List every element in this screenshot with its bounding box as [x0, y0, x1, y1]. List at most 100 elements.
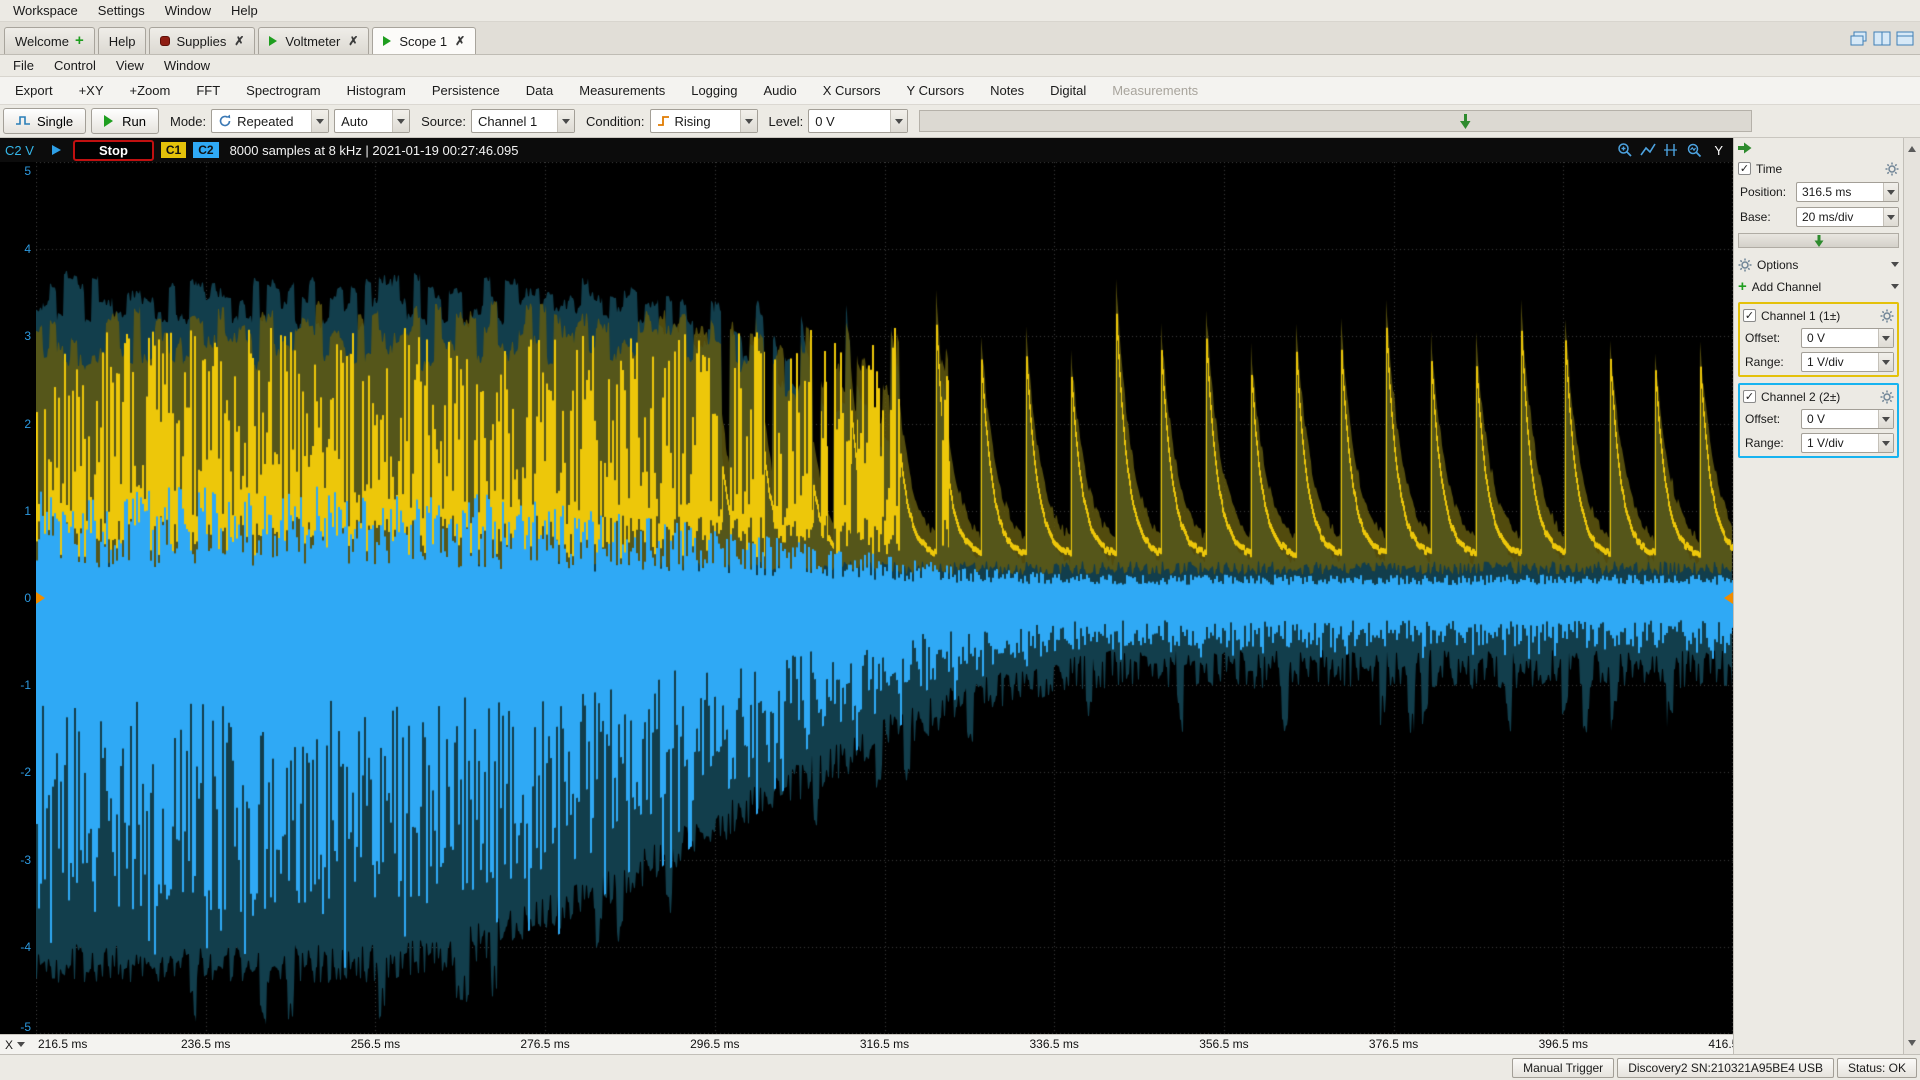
- toolbar-export[interactable]: Export: [2, 80, 66, 101]
- cursor-tracking-icon[interactable]: [1663, 142, 1679, 158]
- tab-voltmeter[interactable]: Voltmeter ✗: [258, 27, 370, 54]
- manual-trigger-button[interactable]: Manual Trigger: [1512, 1057, 1615, 1078]
- trigger-position-marker[interactable]: [1460, 114, 1471, 129]
- level-select[interactable]: 0 V: [808, 109, 909, 133]
- chevron-down-icon: [1878, 410, 1893, 428]
- close-icon[interactable]: ✗: [455, 34, 465, 48]
- time-base-select[interactable]: 20 ms/div: [1796, 207, 1899, 227]
- channel-1-range-select[interactable]: 1 V/div: [1801, 352, 1894, 372]
- apply-time-button[interactable]: [1738, 233, 1899, 248]
- tab-welcome[interactable]: Welcome +: [4, 27, 95, 54]
- menu-workspace[interactable]: Workspace: [4, 1, 87, 20]
- run-button[interactable]: Run: [91, 108, 159, 134]
- toolbar-measurements-disabled: Measurements: [1112, 83, 1199, 98]
- y-tick-label: 3: [24, 329, 31, 344]
- plot-options-icon[interactable]: [1686, 142, 1702, 158]
- tab-help[interactable]: Help: [97, 27, 147, 54]
- trigger-level-marker[interactable]: [36, 592, 45, 604]
- channel-2-badge[interactable]: C2: [193, 142, 219, 158]
- y-tick-label: -5: [20, 1020, 31, 1034]
- y-tick-label: -3: [20, 852, 31, 867]
- single-button[interactable]: Single: [3, 108, 87, 134]
- toolbar-add-zoom[interactable]: +Zoom: [117, 80, 184, 101]
- scope-plot-canvas[interactable]: [36, 162, 1733, 1034]
- menu-view[interactable]: View: [107, 56, 153, 75]
- channel-2-offset-select[interactable]: 0 V: [1801, 409, 1894, 429]
- panel-scrollbar[interactable]: [1903, 138, 1920, 1054]
- device-selector[interactable]: Discovery2 SN:210321A95BE4 USB: [1617, 1057, 1834, 1078]
- window-float-icon[interactable]: [1896, 31, 1914, 46]
- toolbar-measurements[interactable]: Measurements: [566, 80, 678, 101]
- y-axis-channel-label[interactable]: C2 V: [5, 143, 45, 158]
- gear-icon[interactable]: [1880, 390, 1894, 404]
- y-tick-label: 5: [24, 164, 31, 178]
- channel-2-title: Channel 2 (2±): [1761, 389, 1841, 404]
- x-tick-label: 316.5 ms: [859, 1037, 910, 1051]
- x-tick-label: 396.5 ms: [1538, 1037, 1588, 1051]
- gear-icon[interactable]: [1880, 309, 1894, 323]
- toolbar-audio[interactable]: Audio: [751, 80, 810, 101]
- condition-label: Condition:: [585, 113, 645, 129]
- toolbar-notes[interactable]: Notes: [977, 80, 1037, 101]
- channel-1-enable-checkbox[interactable]: [1743, 309, 1756, 322]
- channel-1-badge[interactable]: C1: [160, 142, 187, 158]
- time-position-select[interactable]: 316.5 ms: [1796, 182, 1899, 202]
- scroll-down-icon[interactable]: [1908, 1040, 1916, 1050]
- zoom-fit-icon[interactable]: [1640, 142, 1657, 158]
- tab-supplies[interactable]: Supplies ✗: [149, 27, 256, 54]
- channel-2-range-select[interactable]: 1 V/div: [1801, 433, 1894, 453]
- zoom-in-icon[interactable]: [1617, 142, 1633, 158]
- trigger-position-slider[interactable]: [919, 110, 1752, 132]
- add-channel-button[interactable]: + Add Channel: [1738, 277, 1899, 296]
- time-base-value: 20 ms/div: [1802, 210, 1854, 224]
- stop-button[interactable]: Stop: [73, 139, 154, 161]
- window-tile-icon[interactable]: [1873, 31, 1891, 46]
- x-axis-selector[interactable]: X: [0, 1035, 36, 1054]
- add-instrument-icon[interactable]: +: [75, 33, 84, 48]
- toolbar-data[interactable]: Data: [513, 80, 566, 101]
- window-cascade-icon[interactable]: [1850, 31, 1868, 46]
- y-axis-menu[interactable]: Y: [1714, 143, 1723, 158]
- menu-help[interactable]: Help: [222, 1, 267, 20]
- toolbar-spectrogram[interactable]: Spectrogram: [233, 80, 333, 101]
- trigger-auto-select[interactable]: Auto: [334, 109, 411, 133]
- mode-select[interactable]: Repeated: [211, 109, 330, 133]
- menu-window[interactable]: Window: [156, 1, 220, 20]
- options-menu[interactable]: Options: [1738, 255, 1899, 274]
- time-section-title: Time: [1756, 161, 1783, 176]
- time-position-label: Position:: [1740, 185, 1787, 199]
- condition-select[interactable]: Rising: [649, 109, 758, 133]
- tab-bar: Welcome + Help Supplies ✗ Voltmeter ✗ Sc…: [0, 22, 1920, 55]
- gear-icon[interactable]: [1885, 162, 1899, 176]
- channel-1-offset-select[interactable]: 0 V: [1801, 328, 1894, 348]
- toolbar-logging[interactable]: Logging: [678, 80, 750, 101]
- menu-window2[interactable]: Window: [155, 56, 219, 75]
- play-icon: [383, 36, 396, 46]
- toolbar-persistence[interactable]: Persistence: [419, 80, 513, 101]
- toolbar-digital[interactable]: Digital: [1037, 80, 1099, 101]
- menu-file[interactable]: File: [4, 56, 43, 75]
- chevron-down-icon: [1891, 284, 1899, 293]
- close-icon[interactable]: ✗: [348, 34, 358, 48]
- toolbar-fft[interactable]: FFT: [183, 80, 233, 101]
- level-label: Level:: [768, 113, 804, 129]
- waveform-plot[interactable]: [36, 162, 1733, 1034]
- menu-settings[interactable]: Settings: [89, 1, 154, 20]
- channel-offset-marker[interactable]: [1724, 592, 1733, 604]
- close-icon[interactable]: ✗: [234, 34, 244, 48]
- chevron-down-icon: [17, 1042, 26, 1051]
- toolbar-y-cursors[interactable]: Y Cursors: [894, 80, 978, 101]
- y-tick-label: -2: [20, 765, 31, 780]
- channel-2-range-label: Range:: [1745, 436, 1784, 450]
- expand-panel-icon[interactable]: [1738, 142, 1752, 154]
- toolbar-histogram[interactable]: Histogram: [334, 80, 419, 101]
- tab-scope-1[interactable]: Scope 1 ✗: [372, 27, 477, 54]
- source-select[interactable]: Channel 1: [470, 109, 575, 133]
- y-tick-label: -1: [20, 678, 31, 693]
- toolbar-x-cursors[interactable]: X Cursors: [810, 80, 894, 101]
- menu-control[interactable]: Control: [45, 56, 105, 75]
- scroll-up-icon[interactable]: [1908, 142, 1916, 152]
- toolbar-add-xy[interactable]: +XY: [66, 80, 117, 101]
- time-enable-checkbox[interactable]: [1738, 162, 1751, 175]
- channel-2-enable-checkbox[interactable]: [1743, 390, 1756, 403]
